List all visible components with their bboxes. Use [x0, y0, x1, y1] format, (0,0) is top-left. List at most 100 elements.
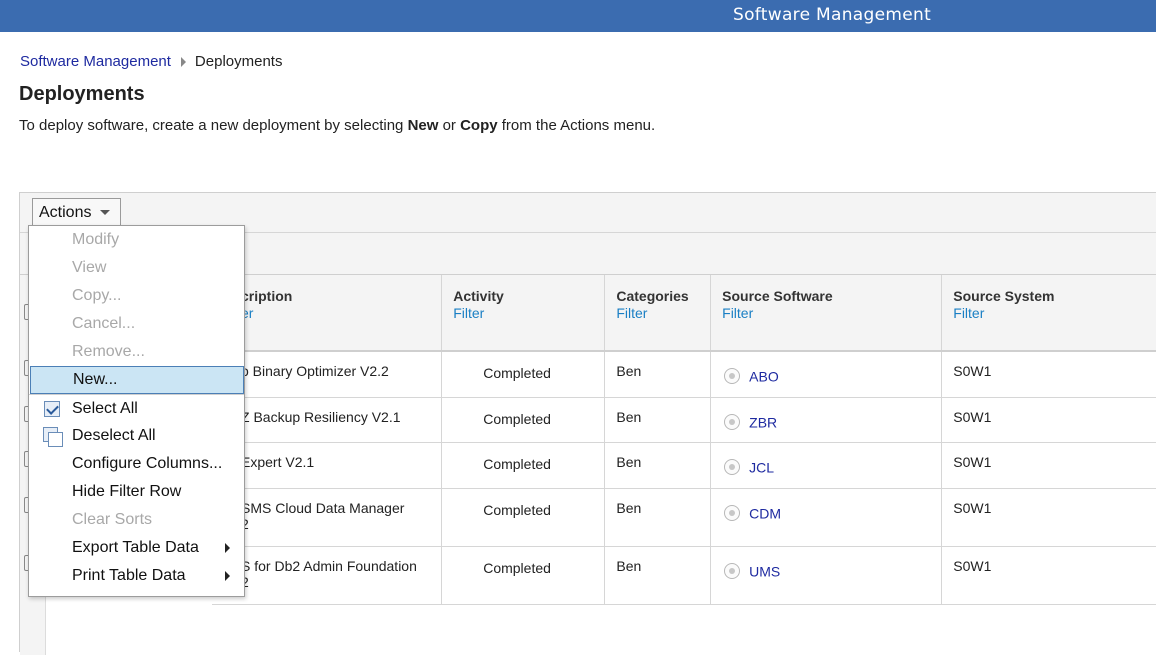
- source-software-link[interactable]: JCL: [749, 459, 774, 475]
- breadcrumb-separator-icon: [180, 56, 186, 67]
- filter-link[interactable]: Filter: [953, 305, 1149, 321]
- column-label: Categories: [616, 288, 689, 304]
- menu-item-select-all[interactable]: Select All: [29, 394, 244, 422]
- menu-item-cancel[interactable]: Cancel...: [29, 310, 244, 338]
- table-row[interactable]: Z Backup Resiliency V2.1 Completed Ben Z…: [212, 397, 1156, 443]
- description-text: Expert V2.1: [241, 453, 315, 470]
- software-status-icon: [724, 504, 741, 521]
- menu-item-modify[interactable]: Modify: [29, 226, 244, 254]
- source-system-cell: S0W1: [941, 488, 1156, 547]
- column-label: Activity: [453, 288, 504, 304]
- deployments-grid: cription er Activity Filter Categories Filt…: [212, 275, 1156, 605]
- breadcrumb-software-management-link[interactable]: Software Management: [20, 53, 171, 70]
- category-cell: Ben: [604, 351, 712, 398]
- column-header-source-software[interactable]: Source Software Filter: [710, 275, 943, 352]
- actions-menu-button[interactable]: Actions: [32, 198, 121, 227]
- top-banner: Software Management: [0, 0, 1156, 32]
- menu-item-label: Export Table Data: [72, 539, 199, 556]
- description-text: o Binary Optimizer V2.2: [241, 363, 389, 379]
- source-software-cell: ABO: [710, 351, 943, 398]
- filter-link[interactable]: er: [241, 305, 431, 321]
- column-header-categories[interactable]: Categories Filter: [604, 275, 712, 352]
- source-system-cell: S0W1: [941, 351, 1156, 398]
- menu-item-label: Remove...: [72, 343, 145, 360]
- software-status-icon: [724, 458, 741, 475]
- menu-item-label: Deselect All: [72, 427, 156, 444]
- source-software-cell: CDM: [710, 488, 943, 547]
- column-label: Source System: [953, 288, 1055, 304]
- description-text: Z Backup Resiliency V2.1: [241, 408, 401, 425]
- actions-button-label: Actions: [39, 203, 92, 221]
- description-cell: Z Backup Resiliency V2.1: [212, 397, 443, 443]
- submenu-arrow-icon: [225, 571, 230, 581]
- column-label: Source Software: [722, 288, 833, 304]
- intro-text-or: or: [438, 117, 461, 134]
- intro-copy-keyword: Copy: [460, 117, 498, 134]
- source-software-link[interactable]: UMS: [749, 563, 780, 579]
- activity-cell: Completed: [441, 397, 606, 443]
- table-row[interactable]: o Binary Optimizer V2.2 Completed Ben AB…: [212, 351, 1156, 398]
- activity-text: Completed: [483, 455, 551, 472]
- menu-item-label: New...: [73, 371, 118, 388]
- intro-text-start: To deploy software, create a new deploym…: [19, 117, 408, 134]
- filter-link[interactable]: Filter: [453, 305, 594, 321]
- table-row[interactable]: S for Db2 Admin Foundation2 Completed Be…: [212, 546, 1156, 605]
- filter-link[interactable]: Filter: [616, 305, 700, 321]
- menu-item-export-table-data[interactable]: Export Table Data: [29, 534, 244, 562]
- breadcrumb-current: Deployments: [194, 53, 283, 70]
- menu-item-label: Clear Sorts: [72, 511, 153, 528]
- source-software-link[interactable]: ABO: [749, 368, 779, 384]
- source-software-link[interactable]: ZBR: [749, 414, 777, 430]
- table-row[interactable]: SMS Cloud Data Manager2 Completed Ben CD…: [212, 488, 1156, 547]
- chevron-down-icon: [100, 209, 111, 215]
- source-software-cell: JCL: [710, 442, 943, 489]
- description-cell: o Binary Optimizer V2.2: [212, 351, 443, 398]
- source-software-link[interactable]: CDM: [749, 505, 781, 521]
- software-status-icon: [724, 368, 741, 385]
- breadcrumb: Software Management Deployments: [20, 53, 282, 70]
- menu-item-remove[interactable]: Remove...: [29, 338, 244, 366]
- intro-text-end: from the Actions menu.: [497, 117, 656, 134]
- menu-item-configure-columns[interactable]: Configure Columns...: [29, 450, 244, 478]
- table-row[interactable]: Expert V2.1 Completed Ben JCL S0W1: [212, 442, 1156, 489]
- menu-item-label: Copy...: [72, 287, 122, 304]
- page-intro: To deploy software, create a new deploym…: [19, 117, 655, 134]
- activity-cell: Completed: [441, 351, 606, 398]
- software-status-icon: [724, 562, 741, 579]
- app-title: Software Management: [733, 5, 932, 25]
- description-cell: S for Db2 Admin Foundation2: [212, 546, 443, 605]
- filter-link[interactable]: Filter: [722, 305, 931, 321]
- activity-text: Completed: [483, 410, 551, 427]
- menu-item-label: Cancel...: [72, 315, 136, 332]
- source-system-cell: S0W1: [941, 546, 1156, 605]
- menu-item-print-table-data[interactable]: Print Table Data: [29, 562, 244, 590]
- intro-new-keyword: New: [407, 117, 439, 134]
- menu-item-new[interactable]: New...: [30, 366, 244, 394]
- menu-item-label: Select All: [72, 400, 138, 417]
- column-header-source-system[interactable]: Source System Filter: [941, 275, 1156, 352]
- menu-item-label: Print Table Data: [72, 567, 186, 584]
- menu-item-label: Hide Filter Row: [72, 483, 182, 500]
- menu-item-label: View: [72, 259, 107, 276]
- category-cell: Ben: [604, 442, 712, 489]
- software-status-icon: [724, 413, 741, 430]
- activity-text: Completed: [483, 559, 551, 576]
- menu-item-view[interactable]: View: [29, 254, 244, 282]
- category-cell: Ben: [604, 546, 712, 605]
- source-software-cell: ZBR: [710, 397, 943, 443]
- menu-item-hide-filter-row[interactable]: Hide Filter Row: [29, 478, 244, 506]
- menu-item-label: Configure Columns...: [72, 455, 223, 472]
- description-text: S for Db2 Admin Foundation: [241, 557, 417, 574]
- column-label: cription: [241, 288, 293, 304]
- activity-cell: Completed: [441, 546, 606, 605]
- menu-item-clear-sorts[interactable]: Clear Sorts: [29, 506, 244, 534]
- menu-item-copy[interactable]: Copy...: [29, 282, 244, 310]
- page-title: Deployments: [19, 83, 145, 105]
- actions-dropdown-menu: Modify View Copy... Cancel... Remove... …: [28, 225, 245, 597]
- menu-item-deselect-all[interactable]: Deselect All: [29, 422, 244, 450]
- column-header-description[interactable]: cription er: [212, 275, 443, 352]
- source-system-cell: S0W1: [941, 442, 1156, 489]
- deselect-all-icon: [43, 427, 63, 447]
- submenu-arrow-icon: [225, 543, 230, 553]
- column-header-activity[interactable]: Activity Filter: [441, 275, 606, 352]
